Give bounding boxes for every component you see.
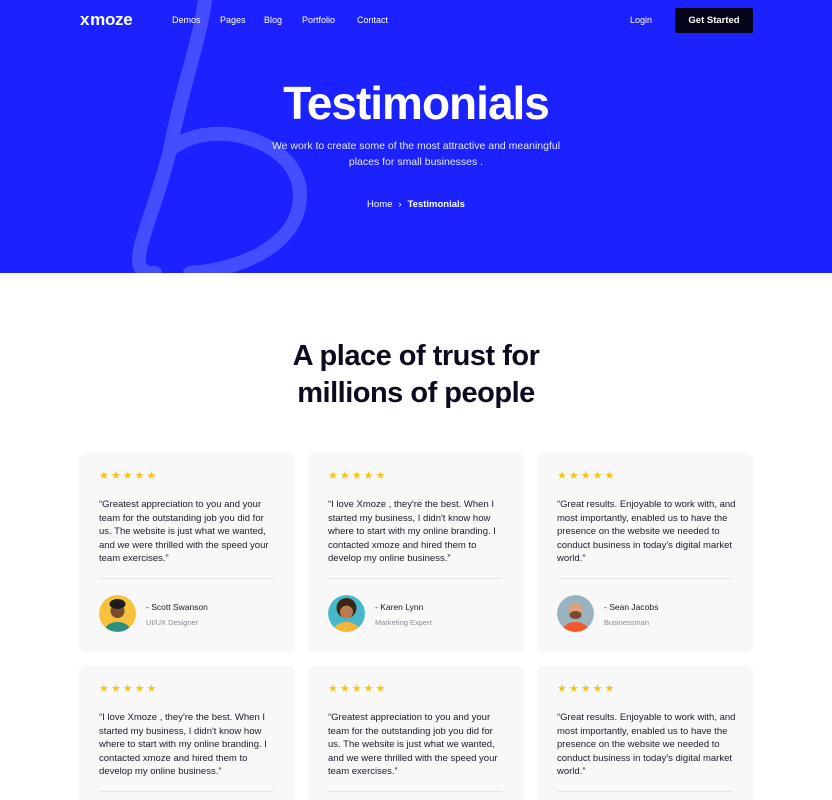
- card-divider: [328, 791, 503, 792]
- logo-text: moze: [90, 10, 133, 29]
- star-icon: ★: [568, 683, 579, 695]
- star-icon: ★: [122, 470, 133, 482]
- star-icon: ★: [557, 683, 567, 695]
- page-title: Testimonials: [283, 77, 550, 129]
- star-icon: ★: [592, 683, 603, 695]
- testimonial-card: ★ ★ ★ ★ ★ “I love Xmoze , they're the best. …: [308, 453, 524, 653]
- star-icon: ★: [580, 683, 591, 695]
- get-started-button[interactable]: Get Started: [675, 8, 753, 33]
- star-icon: ★: [122, 683, 133, 695]
- testimonial-quote: “I love Xmoze , they're the best. When I…: [99, 712, 267, 777]
- breadcrumb-home-link[interactable]: Home: [367, 199, 392, 210]
- testimonial-card: ★ ★ ★ ★ ★ “Greatest appreciation to you and …: [308, 666, 524, 800]
- star-icon: ★: [375, 683, 386, 695]
- star-rating: ★ ★ ★ ★ ★: [99, 471, 156, 482]
- section-heading: A place of trust for millions of people: [0, 338, 832, 412]
- star-icon: ★: [363, 470, 374, 482]
- star-icon: ★: [568, 470, 579, 482]
- avatar: [557, 595, 594, 632]
- avatar: [99, 595, 136, 632]
- star-rating: ★ ★ ★ ★ ★: [328, 684, 385, 695]
- star-icon: ★: [557, 470, 567, 482]
- testimonial-author: - Scott Swanson: [146, 602, 208, 612]
- star-icon: ★: [592, 470, 603, 482]
- testimonial-quote: “Great results. Enjoyable to work with, …: [557, 712, 736, 777]
- card-divider: [557, 791, 732, 792]
- star-icon: ★: [604, 470, 615, 482]
- testimonial-quote: “I love Xmoze , they're the best. When I…: [328, 499, 496, 564]
- star-icon: ★: [604, 683, 615, 695]
- testimonial-author: - Sean Jacobs: [604, 602, 659, 612]
- avatar: [328, 595, 365, 632]
- star-icon: ★: [146, 470, 157, 482]
- testimonial-role: Businessman: [604, 618, 650, 627]
- testimonial-role: Marketing Expert: [375, 618, 432, 627]
- star-icon: ★: [580, 470, 591, 482]
- testimonial-quote: “Great results. Enjoyable to work with, …: [557, 499, 736, 564]
- login-link[interactable]: Login: [630, 15, 652, 25]
- card-divider: [99, 791, 274, 792]
- star-rating: ★ ★ ★ ★ ★: [99, 684, 156, 695]
- chevron-right-icon: ›: [398, 199, 402, 210]
- card-divider: [328, 578, 503, 579]
- star-icon: ★: [99, 683, 109, 695]
- star-icon: ★: [134, 470, 145, 482]
- card-divider: [557, 578, 732, 579]
- star-icon: ★: [375, 470, 386, 482]
- testimonial-author: - Karen Lynn: [375, 602, 424, 612]
- star-rating: ★ ★ ★ ★ ★: [557, 471, 614, 482]
- star-icon: ★: [99, 470, 109, 482]
- star-rating: ★ ★ ★ ★ ★: [557, 684, 614, 695]
- star-icon: ★: [351, 683, 362, 695]
- testimonial-quote: “Greatest appreciation to you and your t…: [99, 499, 269, 564]
- testimonial-role: UI/UX Designer: [146, 618, 199, 627]
- nav-link-blog[interactable]: Blog: [264, 15, 282, 25]
- star-icon: ★: [328, 683, 338, 695]
- star-icon: ★: [110, 683, 121, 695]
- testimonial-card: ★ ★ ★ ★ ★ “Greatest appreciation to you and …: [79, 453, 295, 653]
- logo-mark-icon: x: [80, 10, 90, 29]
- testimonial-card: ★ ★ ★ ★ ★ “Great results. Enjoyable to work …: [537, 666, 753, 800]
- star-icon: ★: [339, 470, 350, 482]
- nav-link-pages[interactable]: Pages: [220, 15, 246, 25]
- breadcrumb-current: Testimonials: [407, 199, 465, 210]
- testimonial-card: ★ ★ ★ ★ ★ “I love Xmoze , they're the best. …: [79, 666, 295, 800]
- star-icon: ★: [110, 470, 121, 482]
- brand-logo[interactable]: xmoze: [80, 10, 133, 30]
- nav-link-contact[interactable]: Contact: [357, 15, 388, 25]
- star-icon: ★: [363, 683, 374, 695]
- section-heading-text: A place of trust for millions of people: [292, 340, 540, 409]
- hero-subtitle: We work to create some of the most attra…: [271, 140, 561, 168]
- nav-link-portfolio[interactable]: Portfolio: [302, 15, 335, 25]
- star-icon: ★: [339, 683, 350, 695]
- top-navigation: xmoze Demos Pages Blog Portfolio Contact…: [0, 0, 832, 42]
- nav-link-demos[interactable]: Demos: [172, 15, 201, 25]
- star-icon: ★: [146, 683, 157, 695]
- star-icon: ★: [351, 470, 362, 482]
- star-icon: ★: [328, 470, 338, 482]
- star-rating: ★ ★ ★ ★ ★: [328, 471, 385, 482]
- card-divider: [99, 578, 274, 579]
- hero-banner: xmoze Demos Pages Blog Portfolio Contact…: [0, 0, 832, 273]
- testimonial-quote: “Greatest appreciation to you and your t…: [328, 712, 498, 777]
- testimonial-card: ★ ★ ★ ★ ★ “Great results. Enjoyable to work …: [537, 453, 753, 653]
- star-icon: ★: [134, 683, 145, 695]
- breadcrumb: Home › Testimonials: [0, 199, 832, 210]
